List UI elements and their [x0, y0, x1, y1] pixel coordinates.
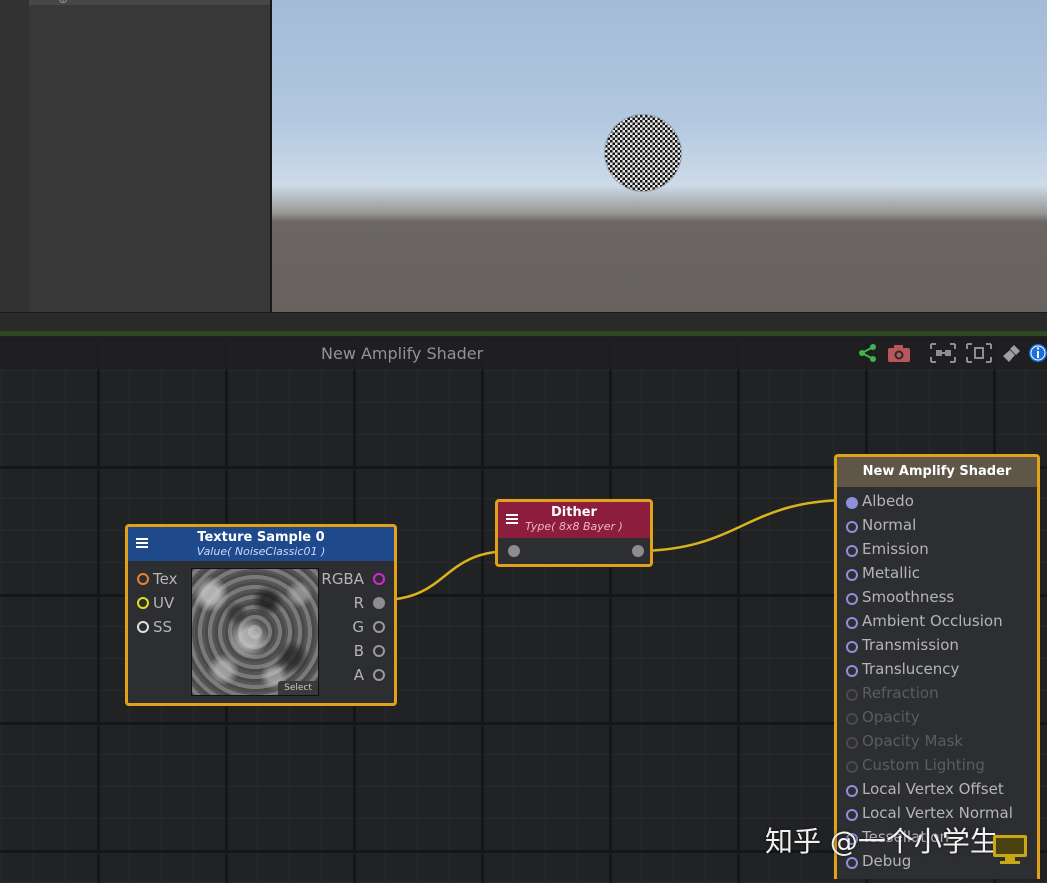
input-port-opacity[interactable] — [846, 713, 858, 725]
input-label-transmission: Transmission — [862, 636, 959, 654]
input-port-albedo[interactable] — [846, 497, 858, 509]
dither-output-port[interactable] — [632, 545, 644, 557]
watermark: 知乎 @一个小学生 — [765, 825, 998, 858]
input-label-translucency: Translucency — [862, 660, 960, 678]
output-port-r[interactable] — [373, 597, 385, 609]
input-label-refraction: Refraction — [862, 684, 939, 702]
texture-node-subtitle: Value( NoiseClassic01 ) — [196, 545, 326, 558]
input-port-smoothness[interactable] — [846, 593, 858, 605]
master-input-refraction[interactable]: Refraction — [837, 683, 1037, 707]
input-port-ss[interactable] — [137, 621, 149, 633]
master-output-node[interactable]: New Amplify Shader Albedo Normal Emission M… — [834, 454, 1040, 879]
hierarchy-panel: ⊕ — [0, 0, 272, 312]
input-port-metallic[interactable] — [846, 569, 858, 581]
output-label-r: R — [353, 594, 364, 612]
output-label-b: B — [353, 642, 364, 660]
output-label-g: G — [352, 618, 364, 636]
master-input-emission[interactable]: Emission — [837, 539, 1037, 563]
info-icon[interactable] — [1027, 342, 1047, 364]
dither-node-subtitle: Type( 8x8 Bayer ) — [525, 520, 623, 533]
input-label-smoothness: Smoothness — [862, 588, 955, 606]
menu-icon[interactable] — [506, 514, 518, 524]
input-port-tex[interactable] — [137, 573, 149, 585]
output-port-b[interactable] — [373, 645, 385, 657]
output-label-rgba: RGBA — [321, 570, 364, 588]
menu-icon[interactable] — [136, 538, 148, 548]
input-label-ss: SS — [153, 618, 173, 636]
input-label-opacity-mask: Opacity Mask — [862, 732, 964, 750]
dithered-sphere-preview — [605, 115, 681, 191]
output-label-a: A — [353, 666, 364, 684]
dither-node-header[interactable]: Dither Type( 8x8 Bayer ) — [498, 502, 650, 538]
master-input-albedo[interactable]: Albedo — [837, 491, 1037, 515]
master-input-smoothness[interactable]: Smoothness — [837, 587, 1037, 611]
master-input-metallic[interactable]: Metallic — [837, 563, 1037, 587]
output-port-a[interactable] — [373, 669, 385, 681]
input-port-local-vertex-offset[interactable] — [846, 785, 858, 797]
master-node-title: New Amplify Shader — [862, 464, 1012, 479]
monitor-icon — [993, 835, 1027, 864]
master-node-header[interactable]: New Amplify Shader — [837, 457, 1037, 487]
panel-strip — [0, 0, 29, 312]
input-port-translucency[interactable] — [846, 665, 858, 677]
input-label-normal: Normal — [862, 516, 917, 534]
input-label-tex: Tex — [153, 570, 178, 588]
focus-node-icon[interactable] — [965, 342, 993, 364]
input-label-metallic: Metallic — [862, 564, 920, 582]
texture-node-header[interactable]: Texture Sample 0 Value( NoiseClassic01 ) — [128, 527, 394, 561]
master-input-custom-lighting[interactable]: Custom Lighting — [837, 755, 1037, 779]
camera-icon[interactable] — [886, 342, 912, 364]
master-input-translucency[interactable]: Translucency — [837, 659, 1037, 683]
master-input-opacity-mask[interactable]: Opacity Mask — [837, 731, 1037, 755]
input-label-opacity: Opacity — [862, 708, 920, 726]
share-icon[interactable] — [857, 342, 879, 364]
noise-texture-preview: Select — [191, 568, 319, 696]
output-port-rgba[interactable] — [373, 573, 385, 585]
dither-node[interactable]: Dither Type( 8x8 Bayer ) — [495, 499, 653, 567]
master-input-local-vertex-offset[interactable]: Local Vertex Offset — [837, 779, 1037, 803]
dither-node-title: Dither — [551, 505, 597, 520]
input-port-emission[interactable] — [846, 545, 858, 557]
output-port-g[interactable] — [373, 621, 385, 633]
input-label-custom-lighting: Custom Lighting — [862, 756, 985, 774]
expand-node-icon[interactable] — [929, 342, 957, 364]
gizmo-icon: ⊕ — [58, 0, 68, 6]
window-divider[interactable] — [0, 312, 1047, 333]
texture-sample-node[interactable]: Texture Sample 0 Value( NoiseClassic01 )… — [125, 524, 397, 706]
graph-toolbar: New Amplify Shader — [0, 336, 1047, 370]
input-label-albedo: Albedo — [862, 492, 914, 510]
master-input-ambient-occlusion[interactable]: Ambient Occlusion — [837, 611, 1037, 635]
input-port-ambient-occlusion[interactable] — [846, 617, 858, 629]
input-label-ambient-occlusion: Ambient Occlusion — [862, 612, 1003, 630]
input-port-opacity-mask[interactable] — [846, 737, 858, 749]
input-label-uv: UV — [153, 594, 175, 612]
master-input-opacity[interactable]: Opacity — [837, 707, 1037, 731]
input-port-transmission[interactable] — [846, 641, 858, 653]
input-label-local-vertex-offset: Local Vertex Offset — [862, 780, 1004, 798]
select-texture-button[interactable]: Select — [278, 681, 318, 695]
cleanup-brush-icon[interactable] — [1000, 342, 1024, 364]
input-port-custom-lighting[interactable] — [846, 761, 858, 773]
texture-node-title: Texture Sample 0 — [197, 530, 325, 545]
input-label-emission: Emission — [862, 540, 929, 558]
graph-title: New Amplify Shader — [321, 344, 484, 363]
input-port-uv[interactable] — [137, 597, 149, 609]
master-input-normal[interactable]: Normal — [837, 515, 1037, 539]
master-input-transmission[interactable]: Transmission — [837, 635, 1037, 659]
dither-input-port[interactable] — [508, 545, 520, 557]
input-port-refraction[interactable] — [846, 689, 858, 701]
input-port-normal[interactable] — [846, 521, 858, 533]
